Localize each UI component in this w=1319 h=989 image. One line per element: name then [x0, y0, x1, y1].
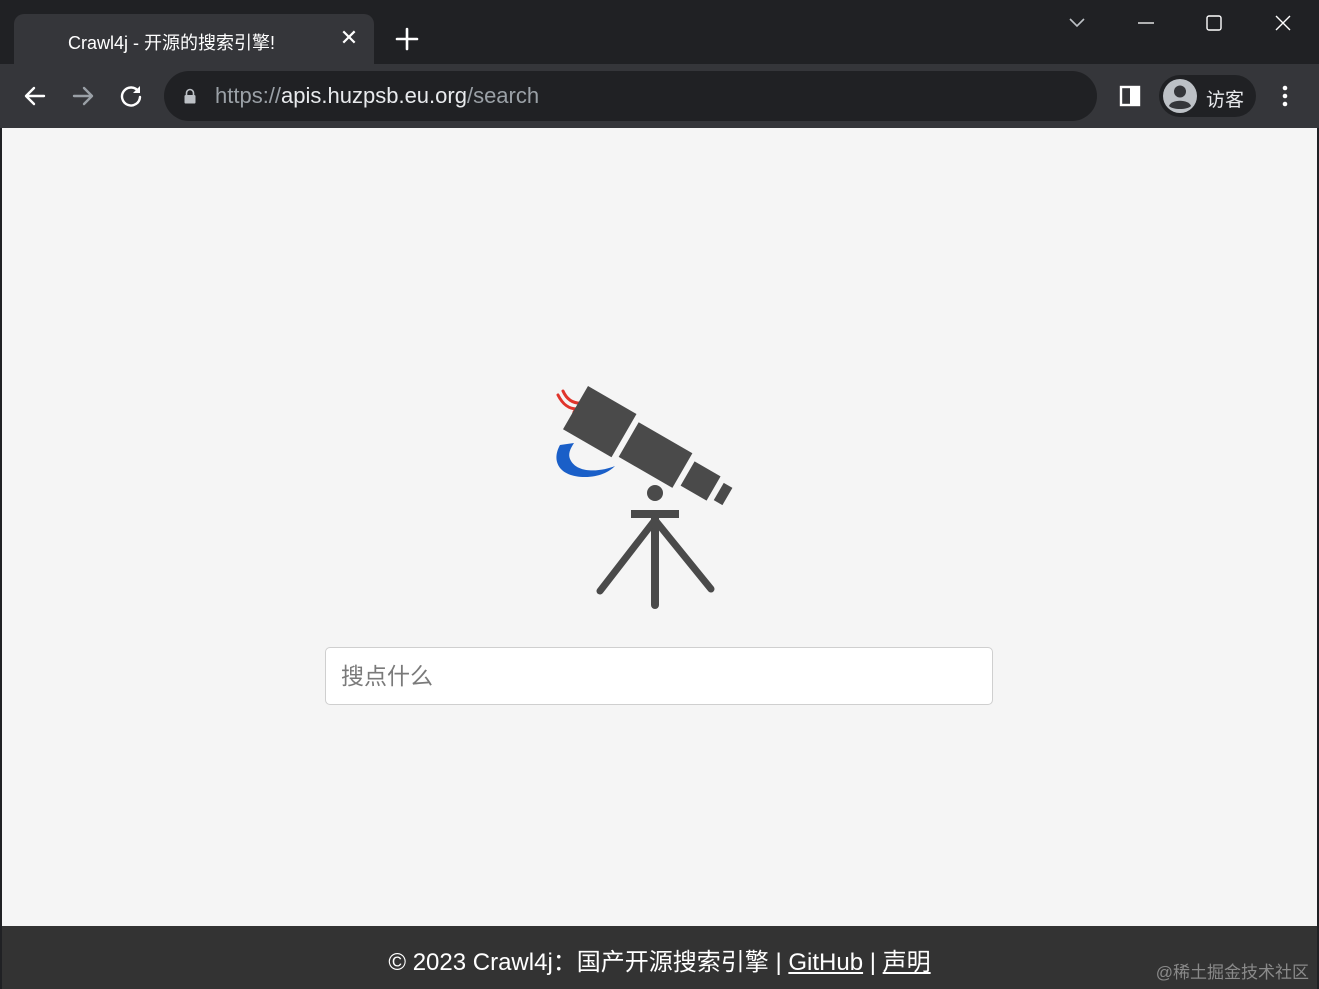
address-bar[interactable]: https://apis.huzpsb.eu.org/search — [164, 71, 1097, 121]
avatar-icon — [1163, 79, 1197, 113]
telescope-logo-icon — [556, 386, 733, 609]
profile-button[interactable]: 访客 — [1159, 75, 1256, 117]
more-vert-menu-icon[interactable] — [1271, 82, 1299, 110]
footer-separator: | — [863, 949, 883, 976]
url-host: apis.huzpsb.eu.org — [281, 83, 467, 108]
browser-toolbar: https://apis.huzpsb.eu.org/search 访客 — [0, 64, 1319, 128]
footer-separator: | — [768, 949, 789, 976]
close-window-icon[interactable] — [1268, 8, 1298, 38]
footer-copyright: © 2023 Crawl4j：国产开源搜索引擎 — [388, 949, 769, 976]
url-scheme: https:// — [215, 83, 282, 108]
page-content — [2, 128, 1317, 926]
active-tab[interactable]: Crawl4j - 开源的搜索引擎! ✕ — [14, 14, 374, 64]
watermark-text: @稀土掘金技术社区 — [1155, 963, 1309, 982]
tab-close-icon[interactable]: ✕ — [338, 28, 360, 50]
tab-search-chevron-down-icon[interactable] — [1062, 8, 1092, 38]
search-input[interactable] — [325, 647, 993, 705]
forward-arrow-right-icon[interactable] — [69, 82, 97, 110]
back-arrow-left-icon[interactable] — [21, 82, 49, 110]
browser-window: Crawl4j - 开源的搜索引擎! ✕ https://apis.huzpsb… — [0, 0, 1319, 989]
maximize-icon[interactable] — [1199, 8, 1229, 38]
tab-title: Crawl4j - 开源的搜索引擎! — [68, 33, 276, 53]
lock-icon[interactable] — [182, 88, 198, 104]
url-text[interactable]: https://apis.huzpsb.eu.org/search — [215, 83, 539, 109]
tab-strip: Crawl4j - 开源的搜索引擎! ✕ — [0, 0, 1319, 64]
github-link[interactable]: GitHub — [788, 949, 863, 976]
reload-icon[interactable] — [117, 82, 145, 110]
statement-link[interactable]: 声明 — [883, 949, 931, 976]
url-path: /search — [466, 83, 540, 108]
minimize-icon[interactable] — [1131, 8, 1161, 38]
footer-text: © 2023 Crawl4j：国产开源搜索引擎 | GitHub | 声明 — [2, 942, 1317, 977]
profile-label: 访客 — [1206, 90, 1245, 111]
page-footer: © 2023 Crawl4j：国产开源搜索引擎 | GitHub | 声明 @稀… — [2, 926, 1317, 989]
side-panel-icon[interactable] — [1116, 82, 1144, 110]
new-tab-plus-icon[interactable] — [394, 26, 420, 52]
